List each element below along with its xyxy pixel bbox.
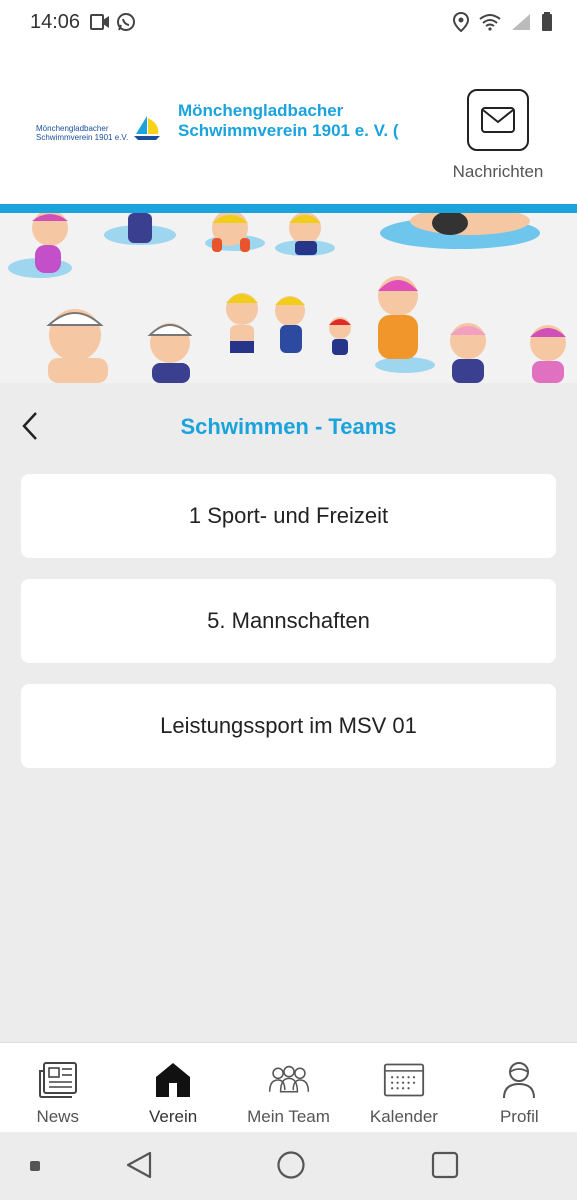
club-logo[interactable]: Mönchengladbacher Schwimmverein 1901 e.V… (36, 114, 166, 154)
signal-icon (511, 13, 531, 31)
app-header: Mönchengladbacher Schwimmverein 1901 e.V… (0, 44, 577, 204)
battery-icon (541, 12, 553, 32)
system-nav-bar (0, 1132, 577, 1200)
team-card-sport-freizeit[interactable]: 1 Sport- und Freizeit (21, 474, 556, 558)
nav-item-verein[interactable]: Verein (115, 1043, 230, 1132)
whatsapp-icon (116, 12, 136, 32)
sailboat-icon (134, 116, 160, 140)
back-nav-icon[interactable] (124, 1150, 154, 1180)
header-accent-bar (0, 204, 577, 213)
bottom-nav: News Verein Mein Team Kalender Profil (0, 1042, 577, 1132)
messages-label[interactable]: Nachrichten (440, 162, 556, 182)
team-card-label: 1 Sport- und Freizeit (188, 503, 389, 528)
nav-item-news[interactable]: News (0, 1043, 115, 1132)
envelope-icon (481, 107, 515, 133)
status-bar: 14:06 (0, 0, 577, 44)
team-card-label: Leistungssport im MSV 01 (160, 713, 417, 738)
profile-icon (498, 1059, 540, 1101)
wifi-icon (479, 13, 501, 31)
calendar-icon (383, 1059, 425, 1101)
nav-label: News (36, 1107, 79, 1126)
home-icon (152, 1059, 194, 1101)
team-list: 1 Sport- und Freizeit 5. Mannschaften Le… (21, 474, 556, 789)
nav-label: Kalender (369, 1107, 438, 1126)
video-icon (90, 13, 110, 31)
nav-label: Verein (149, 1107, 198, 1126)
nav-item-kalender[interactable]: Kalender (346, 1043, 461, 1132)
nav-label: Profil (499, 1107, 539, 1126)
club-title: Mönchengladbacher Schwimmverein 1901 e. … (178, 101, 399, 140)
nav-item-profil[interactable]: Profil (462, 1043, 577, 1132)
nav-label: Mein Team (247, 1107, 330, 1126)
location-icon (453, 12, 469, 32)
team-icon (268, 1059, 310, 1101)
page-title: Schwimmen - Teams (180, 414, 397, 439)
home-nav-icon[interactable] (276, 1150, 306, 1180)
recents-nav-icon[interactable] (430, 1150, 460, 1180)
indicator-dot-icon (30, 1161, 40, 1171)
team-card-label: 5. Mannschaften (207, 608, 370, 633)
news-icon (37, 1059, 79, 1101)
team-card-leistungssport[interactable]: Leistungssport im MSV 01 (21, 684, 556, 768)
team-card-mannschaften[interactable]: 5. Mannschaften (21, 579, 556, 663)
nav-item-mein-team[interactable]: Mein Team (231, 1043, 346, 1132)
status-time: 14:06 (30, 10, 81, 33)
banner-image (0, 213, 577, 383)
messages-button[interactable] (467, 89, 529, 151)
